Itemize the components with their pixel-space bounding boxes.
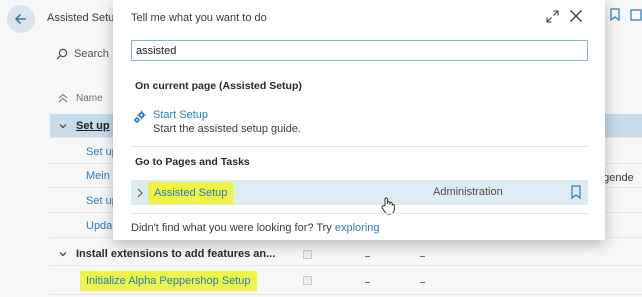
search-input[interactable] xyxy=(131,40,588,61)
row-label[interactable]: Mein xyxy=(86,170,110,182)
search-icon xyxy=(56,48,68,60)
row-label[interactable]: Initialize Alpha Peppershop Setup xyxy=(80,270,257,291)
footer-text: Didn't find what you were looking for? T… xyxy=(131,222,335,234)
expand-icon[interactable] xyxy=(545,9,559,23)
action-name[interactable]: Start Setup xyxy=(153,108,301,122)
section-heading-pages-tasks: Go to Pages and Tasks xyxy=(135,156,250,168)
chevron-right-icon[interactable] xyxy=(132,188,148,198)
chevron-down-icon[interactable] xyxy=(50,121,76,131)
row-label[interactable]: Install extensions to add features an... xyxy=(76,248,275,260)
checkbox[interactable] xyxy=(303,276,312,285)
gears-icon xyxy=(133,110,146,124)
close-icon[interactable] xyxy=(568,8,584,24)
result-category: Administration xyxy=(433,186,503,198)
row-label[interactable]: Upda xyxy=(86,220,112,232)
divider xyxy=(131,213,588,214)
back-button[interactable] xyxy=(7,5,35,33)
dialog-footer: Didn't find what you were looking for? T… xyxy=(131,222,380,234)
column-header-name[interactable]: Name xyxy=(76,93,103,104)
action-description: Start the assisted setup guide. xyxy=(153,123,301,135)
checkbox[interactable] xyxy=(303,250,312,259)
tell-me-dialog: Tell me what you want to do On current p… xyxy=(113,0,605,240)
page-title: Assisted Setup xyxy=(47,12,121,24)
table-row[interactable]: Install extensions to add features an... xyxy=(50,242,642,266)
divider xyxy=(131,146,588,147)
open-in-new-window-icon[interactable] xyxy=(630,8,642,21)
search-label: Search xyxy=(74,48,109,60)
empty-value-dash xyxy=(365,256,370,257)
empty-value-dash xyxy=(420,256,425,257)
dialog-title: Tell me what you want to do xyxy=(131,12,267,24)
search-result-assisted-setup[interactable]: Assisted Setup Administration xyxy=(131,180,588,205)
page-search[interactable]: Search xyxy=(56,48,109,60)
start-setup-action[interactable]: Start Setup Start the assisted setup gui… xyxy=(133,108,433,138)
bookmark-icon[interactable] xyxy=(570,185,582,199)
empty-value-dash xyxy=(420,282,425,283)
empty-value-dash xyxy=(365,282,370,283)
chevron-down-icon[interactable] xyxy=(50,249,76,259)
result-name[interactable]: Assisted Setup xyxy=(148,181,234,204)
table-row[interactable]: Initialize Alpha Peppershop Setup xyxy=(50,267,642,295)
collapse-all-icon[interactable] xyxy=(50,93,76,103)
exploring-link[interactable]: exploring xyxy=(335,222,380,234)
page-actions xyxy=(610,8,642,21)
row-label[interactable]: Set up xyxy=(76,120,110,132)
bookmark-icon[interactable] xyxy=(610,8,620,21)
arrow-left-icon xyxy=(14,13,26,25)
section-heading-current-page: On current page (Assisted Setup) xyxy=(135,80,302,92)
